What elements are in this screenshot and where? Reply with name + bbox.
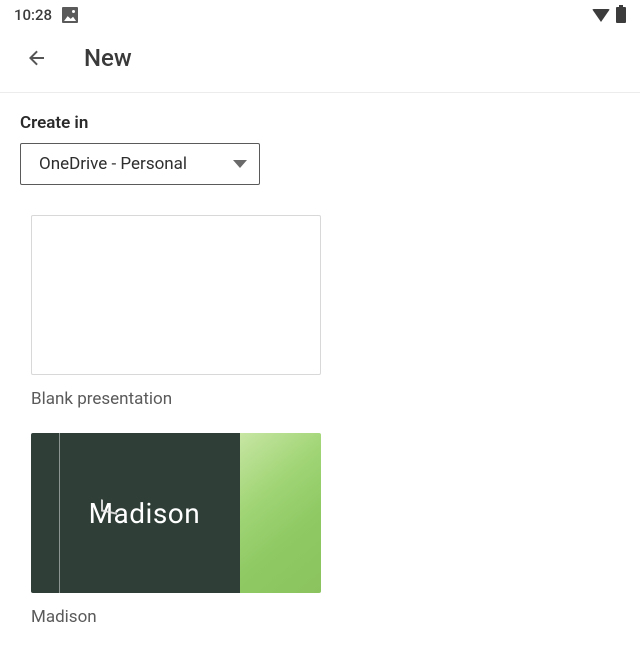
create-in-label: Create in	[20, 113, 620, 133]
page-title: New	[84, 44, 132, 72]
template-madison-label: Madison	[31, 607, 312, 627]
battery-icon	[616, 7, 626, 23]
create-in-dropdown[interactable]: OneDrive - Personal	[20, 143, 260, 185]
status-time: 10:28	[14, 6, 52, 24]
template-madison-thumbnail[interactable]: Madison	[31, 433, 321, 593]
template-list: Blank presentation Madison Madison	[20, 215, 620, 627]
status-left: 10:28	[14, 6, 78, 24]
status-right	[592, 7, 626, 23]
template-blank: Blank presentation	[20, 215, 312, 409]
dropdown-selected: OneDrive - Personal	[39, 154, 187, 174]
wifi-icon	[592, 9, 610, 22]
app-bar: New	[0, 28, 640, 93]
content: Create in OneDrive - Personal Blank pres…	[0, 93, 640, 627]
back-button[interactable]	[24, 45, 50, 71]
picture-icon	[62, 7, 78, 23]
template-madison: Madison Madison	[20, 433, 312, 627]
arrow-left-icon	[25, 46, 49, 70]
madison-right-panel	[240, 433, 321, 593]
template-blank-label: Blank presentation	[31, 389, 312, 409]
madison-left-panel: Madison	[31, 433, 240, 593]
chevron-down-icon	[233, 160, 247, 168]
template-blank-thumbnail[interactable]	[31, 215, 321, 375]
status-bar: 10:28	[0, 0, 640, 28]
madison-rule	[59, 433, 60, 593]
